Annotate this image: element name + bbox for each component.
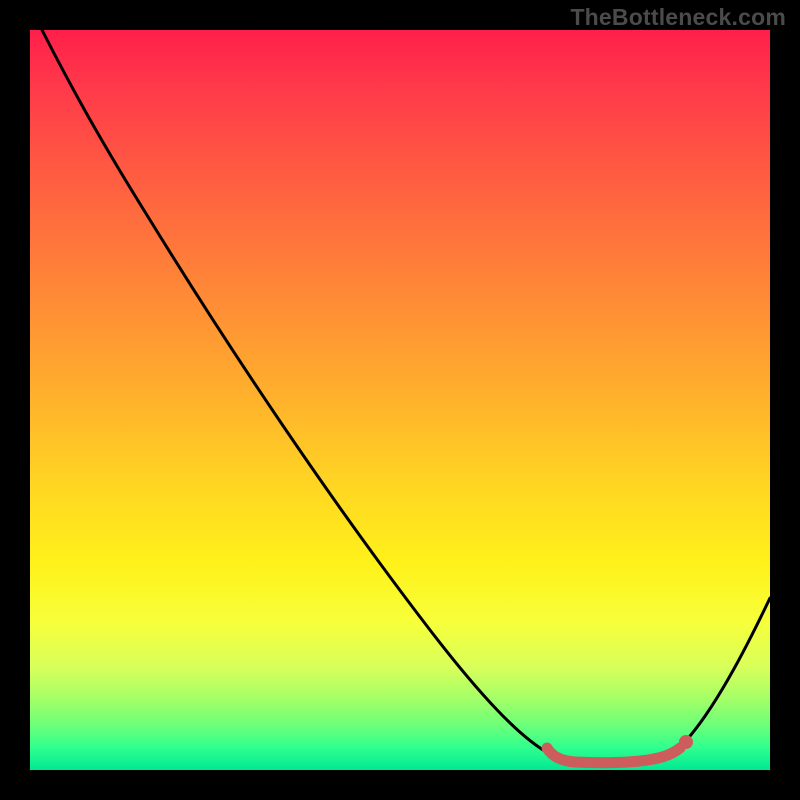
chart-frame: TheBottleneck.com [0,0,800,800]
watermark-text: TheBottleneck.com [570,4,786,31]
optimal-range-marker [547,748,680,763]
plot-area [30,30,770,770]
curve-layer [30,30,770,770]
optimal-point-dot [679,735,693,749]
bottleneck-curve [42,30,770,764]
